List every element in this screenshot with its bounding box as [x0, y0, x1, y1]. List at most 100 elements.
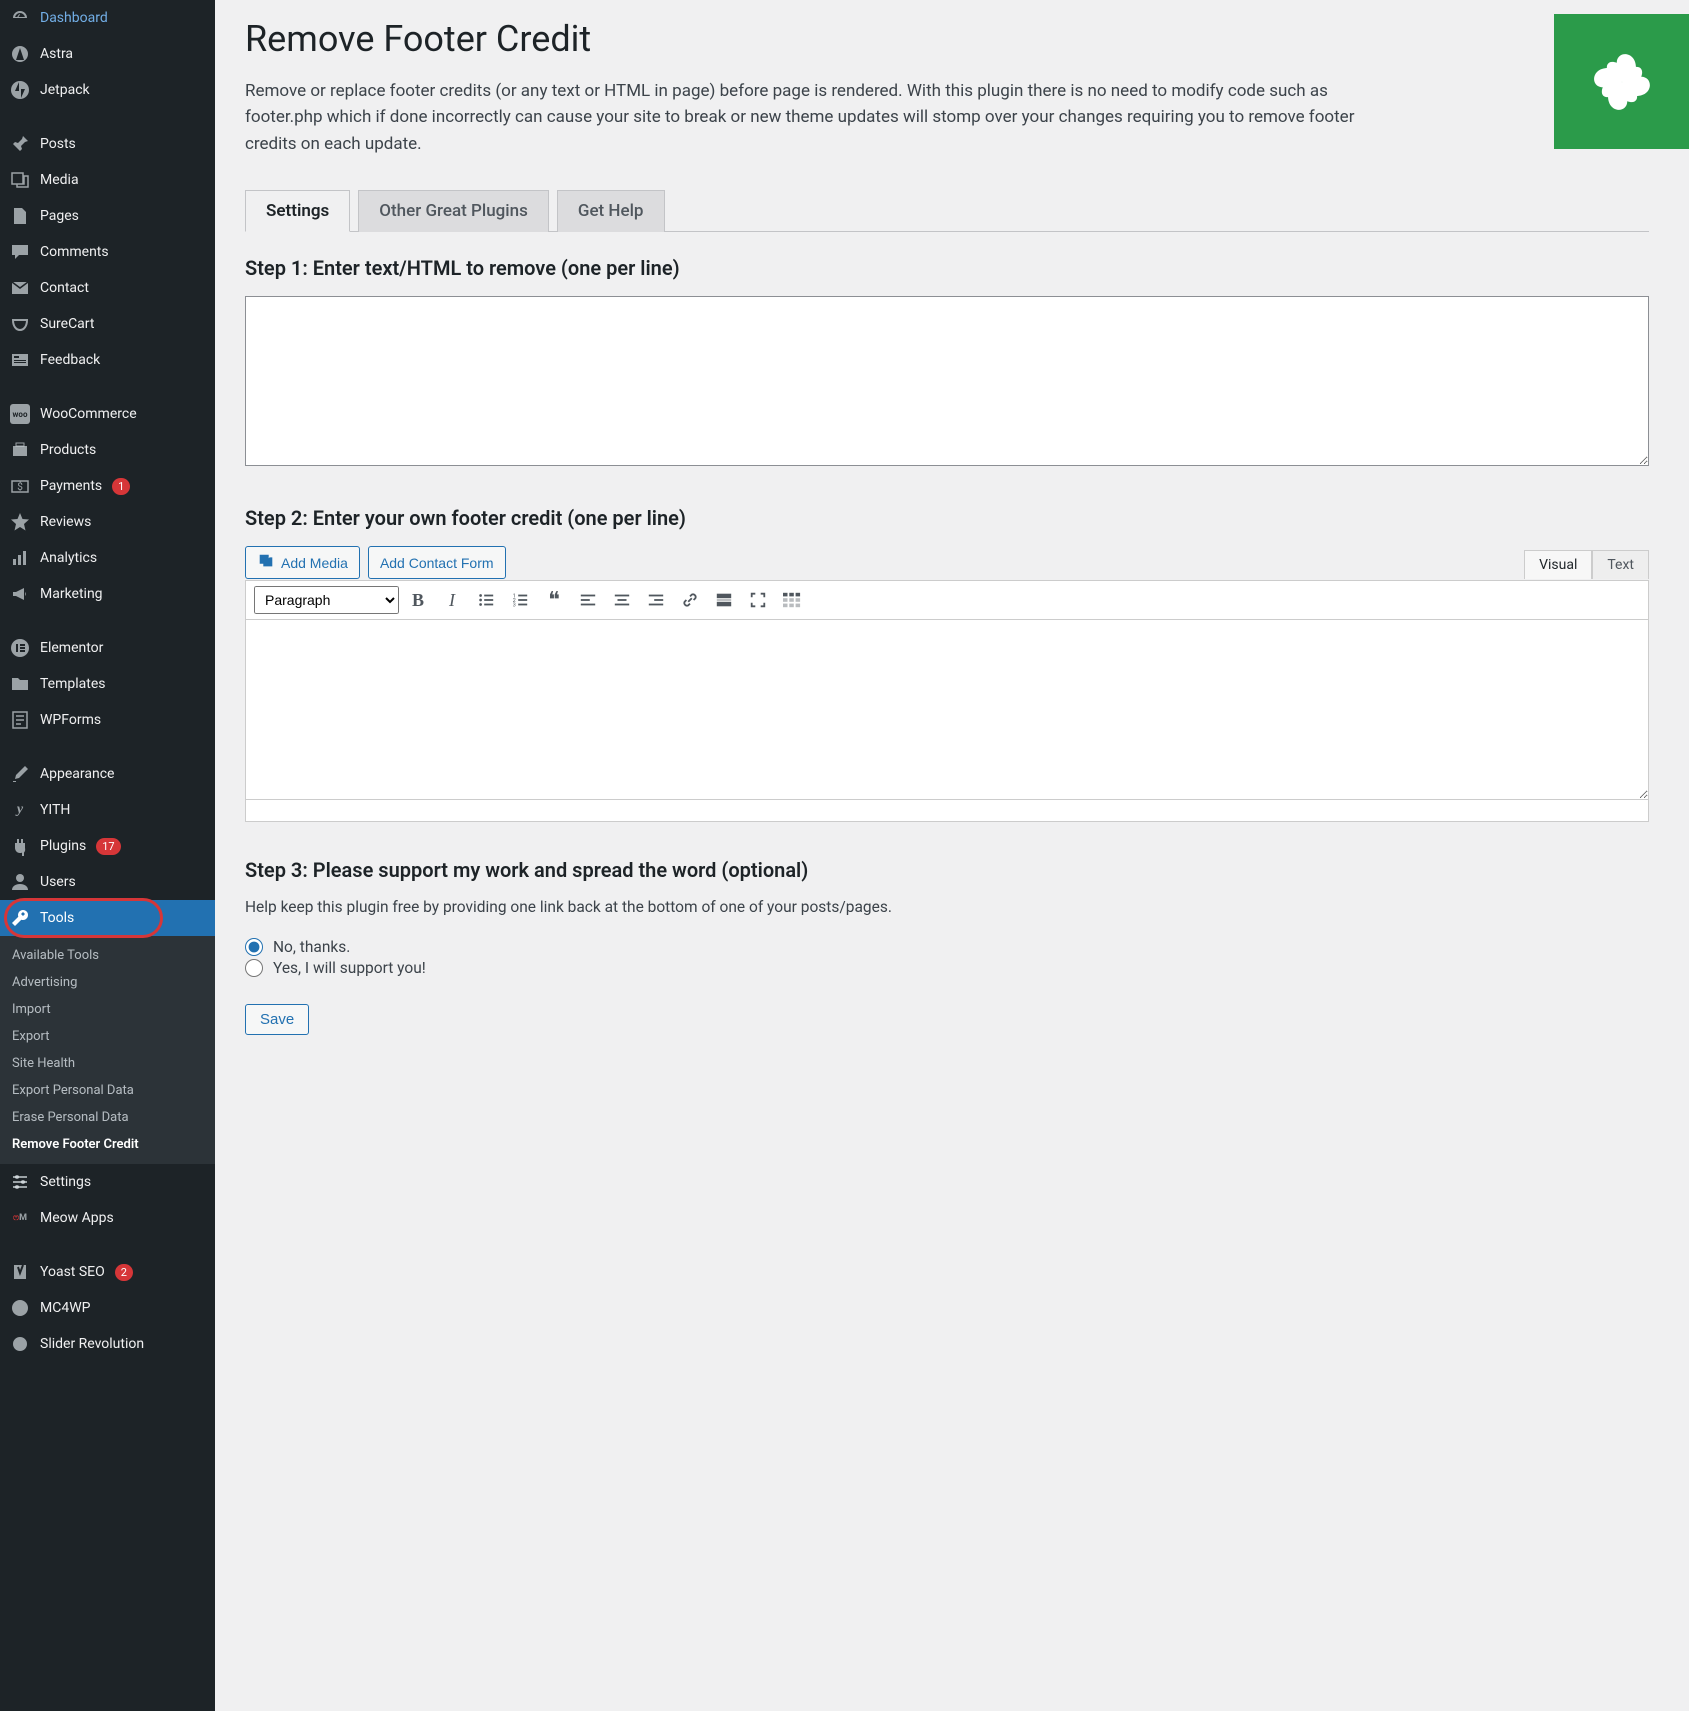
save-button[interactable]: Save [245, 1004, 309, 1035]
subitem-available-tools[interactable]: Available Tools [0, 942, 215, 969]
italic-button[interactable]: I [437, 585, 467, 615]
clover-icon [1587, 47, 1657, 117]
subitem-site-health[interactable]: Site Health [0, 1050, 215, 1077]
sidebar-item-astra[interactable]: Astra [0, 36, 215, 72]
sidebar-item-comments[interactable]: Comments [0, 234, 215, 270]
editor-tab-text[interactable]: Text [1592, 550, 1649, 579]
tab-settings[interactable]: Settings [245, 190, 350, 232]
menu-label: MC4WP [40, 1300, 90, 1316]
menu-label: Yoast SEO [40, 1264, 105, 1280]
subitem-erase-personal-data[interactable]: Erase Personal Data [0, 1104, 215, 1131]
admin-sidebar: Dashboard Astra Jetpack Posts Media Page… [0, 0, 215, 1711]
sidebar-item-woocommerce[interactable]: woo WooCommerce [0, 396, 215, 432]
editor-tab-visual[interactable]: Visual [1524, 550, 1592, 579]
subitem-advertising[interactable]: Advertising [0, 969, 215, 996]
plugin-logo [1554, 14, 1689, 149]
menu-label: WooCommerce [40, 406, 137, 422]
sidebar-item-appearance[interactable]: Appearance [0, 756, 215, 792]
menu-label: Contact [40, 280, 89, 296]
sidebar-item-dashboard[interactable]: Dashboard [0, 0, 215, 36]
sidebar-item-products[interactable]: Products [0, 432, 215, 468]
subitem-export-personal-data[interactable]: Export Personal Data [0, 1077, 215, 1104]
align-center-button[interactable] [607, 585, 637, 615]
sidebar-item-wpforms[interactable]: WPForms [0, 702, 215, 738]
svg-text:$: $ [17, 480, 23, 493]
subitem-remove-footer-credit[interactable]: Remove Footer Credit [0, 1131, 215, 1158]
star-icon [10, 512, 30, 532]
support-text: Help keep this plugin free by providing … [245, 898, 1649, 916]
sidebar-item-analytics[interactable]: Analytics [0, 540, 215, 576]
menu-label: SureCart [40, 316, 94, 332]
add-contact-form-button[interactable]: Add Contact Form [368, 546, 506, 579]
tools-submenu: Available Tools Advertising Import Expor… [0, 936, 215, 1164]
yoast-icon [10, 1262, 30, 1282]
add-media-button[interactable]: Add Media [245, 546, 360, 579]
page-description: Remove or replace footer credits (or any… [245, 78, 1365, 157]
sidebar-item-settings[interactable]: Settings [0, 1164, 215, 1200]
menu-label: Marketing [40, 586, 103, 602]
menu-label: Comments [40, 244, 109, 260]
badge: 2 [115, 1264, 133, 1281]
subitem-export[interactable]: Export [0, 1023, 215, 1050]
settings-tabs: Settings Other Great Plugins Get Help [245, 189, 1649, 232]
sidebar-item-media[interactable]: Media [0, 162, 215, 198]
number-list-button[interactable]: 123 [505, 585, 535, 615]
slider-icon [10, 1334, 30, 1354]
editor-content[interactable] [245, 620, 1649, 800]
radio-yes[interactable]: Yes, I will support you! [245, 959, 1649, 977]
sidebar-item-slider[interactable]: Slider Revolution [0, 1326, 215, 1362]
yith-icon: y [10, 800, 30, 820]
page-title: Remove Footer Credit [245, 18, 1649, 60]
sidebar-item-posts[interactable]: Posts [0, 126, 215, 162]
menu-label: Jetpack [40, 82, 90, 98]
radio-yes-input[interactable] [245, 959, 263, 977]
tab-other-plugins[interactable]: Other Great Plugins [358, 190, 549, 232]
menu-label: Dashboard [40, 10, 108, 26]
link-button[interactable] [675, 585, 705, 615]
sidebar-item-meow[interactable]: ෆM Meow Apps [0, 1200, 215, 1236]
sidebar-item-plugins[interactable]: Plugins 17 [0, 828, 215, 864]
menu-label: Meow Apps [40, 1210, 114, 1226]
toolbar-toggle-button[interactable] [777, 585, 807, 615]
fullscreen-button[interactable] [743, 585, 773, 615]
sidebar-item-payments[interactable]: $ Payments 1 [0, 468, 215, 504]
menu-label: Media [40, 172, 79, 188]
sidebar-item-marketing[interactable]: Marketing [0, 576, 215, 612]
radio-no[interactable]: No, thanks. [245, 938, 1649, 956]
bold-button[interactable]: B [403, 585, 433, 615]
tab-get-help[interactable]: Get Help [557, 190, 665, 232]
sidebar-item-yoast[interactable]: Yoast SEO 2 [0, 1254, 215, 1290]
menu-label: WPForms [40, 712, 101, 728]
sidebar-item-feedback[interactable]: Feedback [0, 342, 215, 378]
quote-button[interactable]: ❝ [539, 585, 569, 615]
align-left-button[interactable] [573, 585, 603, 615]
sidebar-item-templates[interactable]: Templates [0, 666, 215, 702]
sidebar-item-yith[interactable]: y YITH [0, 792, 215, 828]
sidebar-item-pages[interactable]: Pages [0, 198, 215, 234]
sidebar-item-tools[interactable]: Tools [0, 900, 215, 936]
radio-no-input[interactable] [245, 938, 263, 956]
main-content: Remove Footer Credit Remove or replace f… [215, 0, 1689, 1711]
sidebar-item-contact[interactable]: Contact [0, 270, 215, 306]
sidebar-item-jetpack[interactable]: Jetpack [0, 72, 215, 108]
sidebar-item-mc4wp[interactable]: MC4WP [0, 1290, 215, 1326]
bullet-list-button[interactable] [471, 585, 501, 615]
step3-heading: Step 3: Please support my work and sprea… [245, 858, 1649, 882]
sidebar-item-surecart[interactable]: SureCart [0, 306, 215, 342]
sidebar-item-users[interactable]: Users [0, 864, 215, 900]
sidebar-item-reviews[interactable]: Reviews [0, 504, 215, 540]
remove-text-input[interactable] [245, 296, 1649, 466]
svg-text:3: 3 [513, 602, 516, 608]
menu-label: Appearance [40, 766, 114, 782]
readmore-button[interactable] [709, 585, 739, 615]
feedback-icon [10, 350, 30, 370]
align-right-button[interactable] [641, 585, 671, 615]
subitem-import[interactable]: Import [0, 996, 215, 1023]
settings-icon [10, 1172, 30, 1192]
format-select[interactable]: Paragraph [254, 586, 399, 614]
sidebar-item-elementor[interactable]: Elementor [0, 630, 215, 666]
envelope-icon [10, 278, 30, 298]
menu-label: Settings [40, 1174, 91, 1190]
wrench-icon [10, 908, 30, 928]
folder-icon [10, 674, 30, 694]
